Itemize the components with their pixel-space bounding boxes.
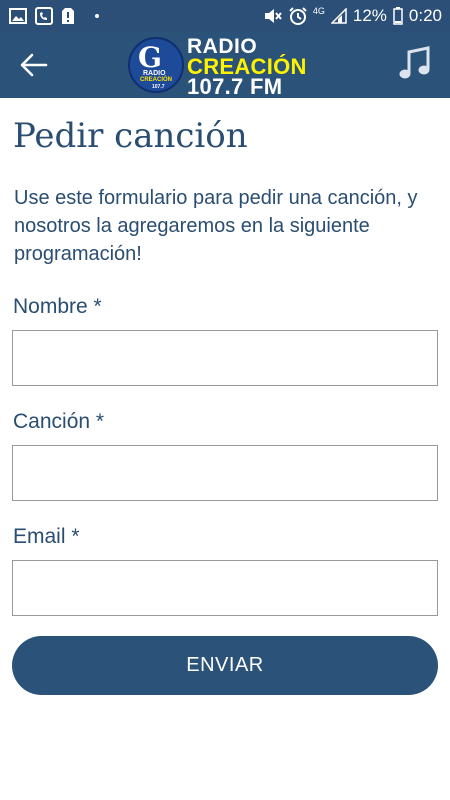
page-title: Pedir canción [13,116,248,156]
email-input[interactable] [12,560,438,616]
song-label: Canción * [13,410,105,433]
signal-icon [330,8,347,24]
dot-icon [95,14,99,18]
battery-icon [393,7,403,25]
network-type: 4G [312,6,325,16]
status-bar: 4G 12% 0:20 [0,0,450,32]
back-arrow-icon[interactable] [18,49,50,81]
music-note-icon[interactable] [398,46,432,82]
gallery-icon [9,8,27,24]
status-left-icons [9,7,99,25]
logo-emblem: G RADIO CREACIÓN 107.7 [128,37,184,93]
battery-percent: 12% [352,6,387,25]
clock: 0:20 [408,6,442,25]
voicemail-icon [35,7,53,25]
alarm-icon [289,7,307,25]
intro-text: Use este formulario para pedir una canci… [14,187,418,265]
name-label: Nombre * [13,295,102,318]
alert-icon [62,8,74,24]
song-input[interactable] [12,445,438,501]
mute-icon [264,9,282,23]
logo-line-frequency: 107.7 FM [187,74,283,99]
send-button[interactable]: ENVIAR [12,636,438,695]
logo-mini-creacion: CREACIÓN [140,77,173,83]
name-input[interactable] [12,330,438,386]
logo-mini-radio: RADIO [143,70,166,77]
radio-logo: G RADIO CREACIÓN 107.7 RADIO CREACIÓN 10… [128,35,328,99]
logo-mini-frequency: 107.7 [152,84,165,90]
status-right: 4G 12% 0:20 [263,6,442,26]
app-bar: G RADIO CREACIÓN 107.7 RADIO CREACIÓN 10… [0,32,450,99]
email-label: Email * [13,525,80,548]
